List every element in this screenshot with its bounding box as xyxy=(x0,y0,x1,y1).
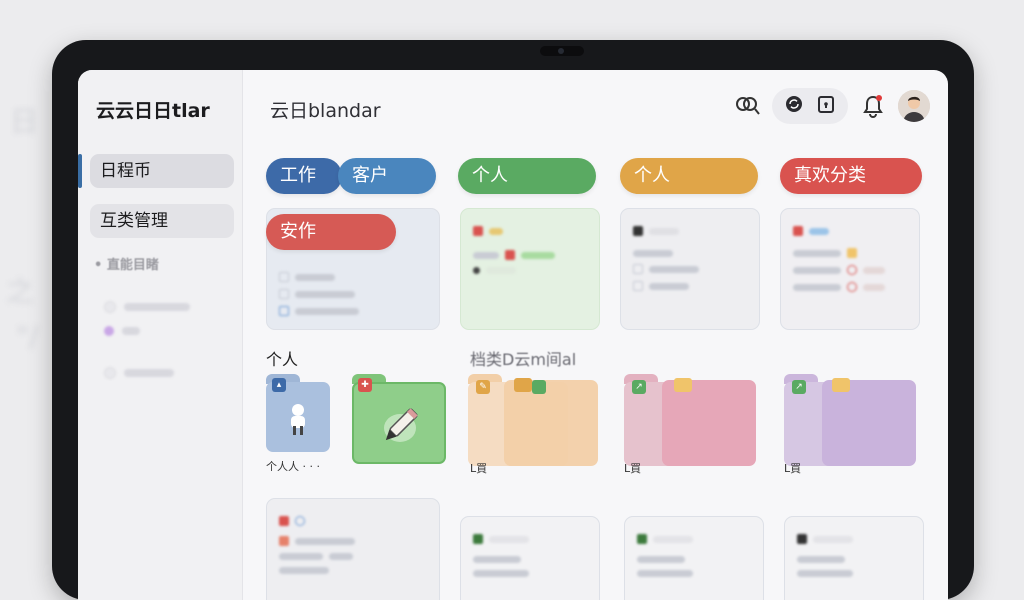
pencil-icon xyxy=(384,408,418,442)
brand-title: 云日blandar xyxy=(270,100,381,122)
tablet-device: 云云日日tlar 日程币 互类管理 • 直能目睹 云日blandar 工作 客户… xyxy=(52,40,974,600)
sidebar: 云云日日tlar 日程币 互类管理 • 直能目睹 xyxy=(78,70,243,600)
sync-icon[interactable] xyxy=(784,94,804,118)
camera xyxy=(540,46,584,56)
background-blur: 之 xyxy=(6,275,35,308)
sidebar-subitem[interactable] xyxy=(104,300,204,314)
avatar[interactable] xyxy=(898,90,930,122)
category-card[interactable] xyxy=(266,498,440,600)
folder-badge-icon: ✎ xyxy=(476,380,490,394)
chip-personal-2[interactable]: 个人 xyxy=(620,158,758,194)
chip-work-2[interactable]: 安作 xyxy=(266,214,396,250)
category-card[interactable] xyxy=(460,516,600,600)
folder-badge-icon xyxy=(674,378,692,392)
section-title-blurred: 档类D云m间al xyxy=(470,350,577,369)
app-title: 云云日日tlar xyxy=(96,100,210,122)
category-card[interactable] xyxy=(624,516,764,600)
folder-stack-purple[interactable]: ↗ xyxy=(784,374,916,466)
category-card[interactable] xyxy=(784,516,924,600)
chip-custom-category[interactable]: 真欢分类 xyxy=(780,158,922,194)
folder-badge-icon xyxy=(532,380,546,394)
folder-badge-icon: ✚ xyxy=(358,378,372,392)
sidebar-group-label[interactable]: • 直能目睹 xyxy=(94,254,159,273)
active-indicator xyxy=(78,154,82,188)
chip-work[interactable]: 工作 xyxy=(266,158,342,194)
sidebar-subitem[interactable] xyxy=(104,324,204,338)
chip-client[interactable]: 客户 xyxy=(338,158,436,194)
background-blur: 日 xyxy=(10,105,39,138)
folder-notes[interactable]: ✚ xyxy=(352,374,446,464)
sidebar-item-category-management[interactable]: 互类管理 xyxy=(90,204,234,238)
category-card[interactable] xyxy=(460,208,600,330)
main-content: 云日blandar 工作 客户 个人 个人 真欢分类 安作 个人 档类D云m间a… xyxy=(242,70,948,600)
folder-badge-icon xyxy=(514,378,532,392)
folder-label: 个人人 · · · xyxy=(266,460,320,473)
search-icon[interactable] xyxy=(732,91,762,121)
header-action-pill xyxy=(772,88,848,124)
folder-label: L買 xyxy=(470,462,488,475)
sidebar-item-schedule[interactable]: 日程币 xyxy=(90,154,234,188)
bell-icon[interactable] xyxy=(858,91,888,121)
folder-badge-icon: ↗ xyxy=(792,380,806,394)
background-blur: "/ xyxy=(16,320,39,353)
folder-label: L買 xyxy=(784,462,802,475)
folder-label: L買 xyxy=(624,462,642,475)
chip-personal[interactable]: 个人 xyxy=(458,158,596,194)
category-card[interactable] xyxy=(780,208,920,330)
folder-badge-icon xyxy=(832,378,850,392)
folder-stack-orange[interactable]: ✎ xyxy=(468,374,598,466)
folder-badge-icon: ↗ xyxy=(632,380,646,394)
header-toolbar xyxy=(732,88,930,124)
lock-icon[interactable] xyxy=(816,94,836,118)
category-card[interactable] xyxy=(620,208,760,330)
folder-personal[interactable]: ▴ xyxy=(266,374,330,452)
section-title-personal: 个人 xyxy=(266,350,299,369)
app-screen: 云云日日tlar 日程币 互类管理 • 直能目睹 云日blandar 工作 客户… xyxy=(78,70,948,600)
folder-stack-pink[interactable]: ↗ xyxy=(624,374,756,466)
sidebar-subitem[interactable] xyxy=(104,366,204,380)
folder-badge-icon: ▴ xyxy=(272,378,286,392)
person-figure-icon xyxy=(291,404,305,435)
